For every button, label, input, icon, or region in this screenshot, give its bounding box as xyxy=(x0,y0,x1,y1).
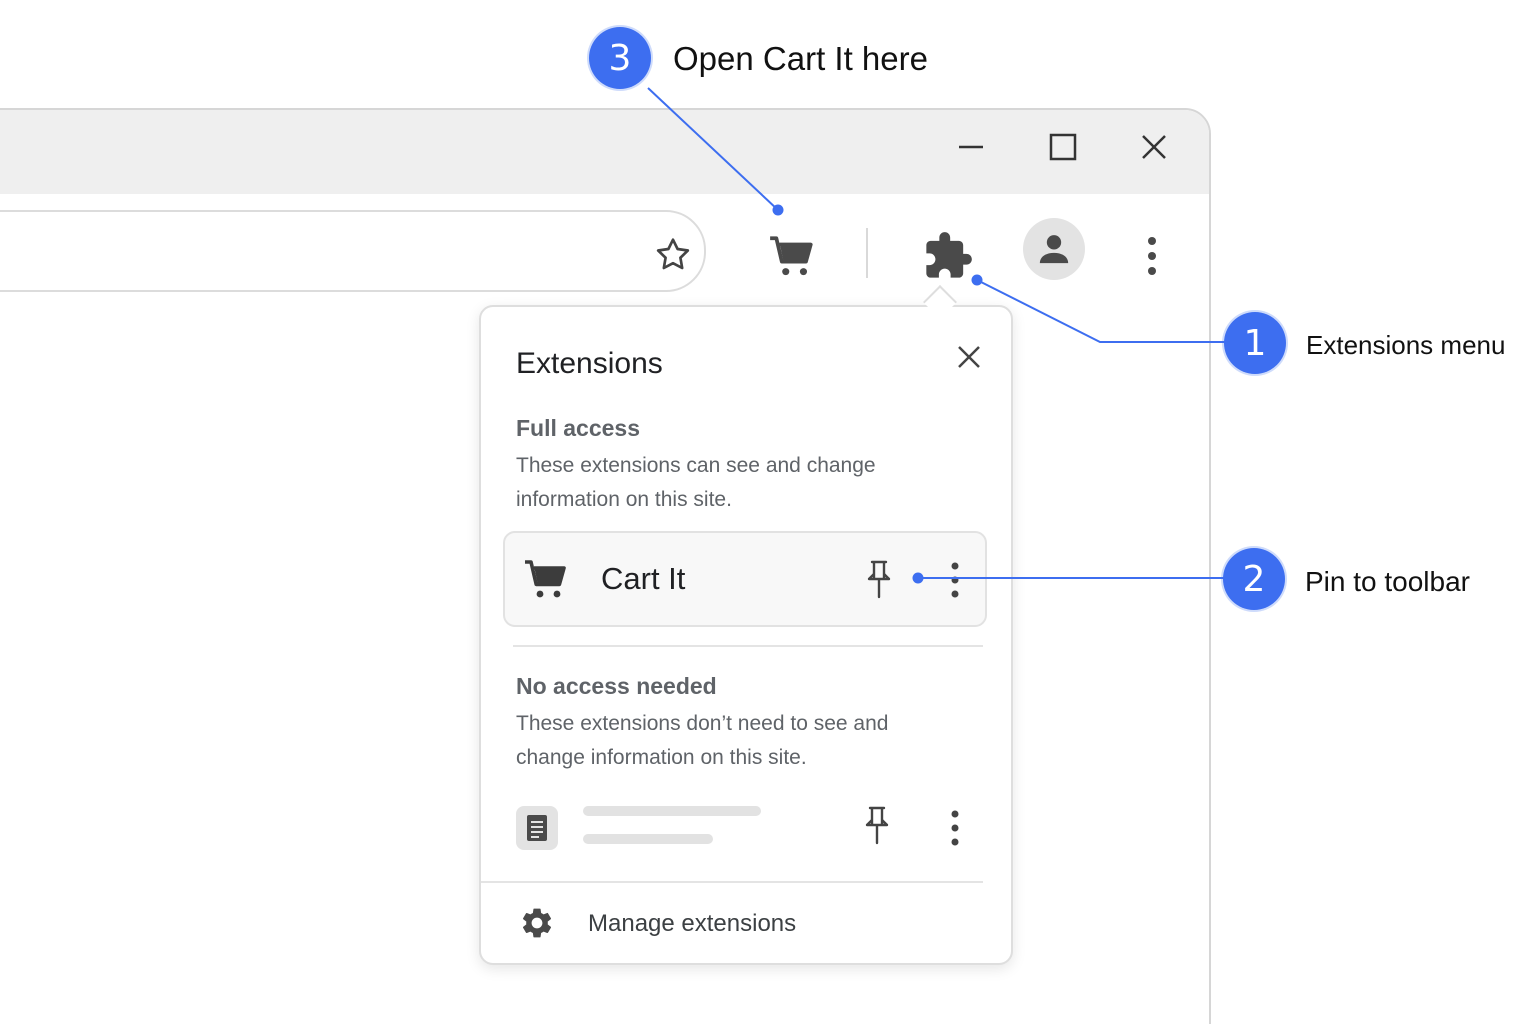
cart-it-toolbar-button[interactable] xyxy=(764,228,820,284)
extension-name: Cart It xyxy=(601,561,686,596)
extension-row-cart-it[interactable]: Cart It xyxy=(503,531,987,627)
maximize-icon xyxy=(1049,133,1077,161)
close-icon xyxy=(1142,135,1166,159)
callout-label-2: Pin to toolbar xyxy=(1305,566,1470,597)
extension-more-button[interactable] xyxy=(943,807,967,849)
cart-icon xyxy=(525,560,566,598)
cart-icon xyxy=(770,236,813,276)
extensions-button[interactable] xyxy=(918,226,978,286)
document-icon xyxy=(527,815,547,841)
title-bar xyxy=(0,110,1209,194)
minimize-button[interactable] xyxy=(944,128,998,166)
person-icon xyxy=(1039,235,1069,264)
toolbar-separator xyxy=(866,228,868,278)
extension-name-placeholder xyxy=(583,806,761,816)
pin-button[interactable] xyxy=(861,557,897,603)
window-close-button[interactable] xyxy=(1127,128,1181,166)
callout-label-3: Open Cart It here xyxy=(673,40,928,77)
popup-title: Extensions xyxy=(516,347,663,380)
pin-button[interactable] xyxy=(859,803,895,849)
popup-close-button[interactable] xyxy=(951,339,987,375)
close-icon xyxy=(958,346,980,368)
more-vert-icon xyxy=(951,562,959,598)
callout-badge-3: 3 xyxy=(589,27,651,89)
section-divider xyxy=(513,645,983,647)
tutorial-screenshot: Extensions Full access These extensions … xyxy=(0,0,1536,1024)
pin-icon xyxy=(867,560,891,599)
extension-icon xyxy=(516,806,558,850)
browser-menu-button[interactable] xyxy=(1132,228,1172,284)
maximize-button[interactable] xyxy=(1036,128,1090,166)
profile-button[interactable] xyxy=(1023,218,1085,280)
callout-badge-1: 1 xyxy=(1224,312,1286,374)
star-icon xyxy=(656,238,690,270)
full-access-description: These extensions can see and change info… xyxy=(516,454,876,511)
callout-label-1: Extensions menu xyxy=(1306,330,1506,360)
no-access-heading: No access needed xyxy=(516,673,717,699)
manage-extensions-label: Manage extensions xyxy=(588,910,797,937)
puzzle-icon xyxy=(926,232,972,278)
bookmark-button[interactable] xyxy=(650,232,696,278)
more-vert-icon xyxy=(1148,237,1156,275)
pin-icon xyxy=(865,806,889,845)
manage-extensions-button[interactable]: Manage extensions xyxy=(481,883,1007,961)
address-bar[interactable] xyxy=(0,210,706,292)
extension-more-button[interactable] xyxy=(943,559,967,601)
more-vert-icon xyxy=(951,810,959,846)
browser-toolbar xyxy=(0,194,1209,304)
extension-detail-placeholder xyxy=(583,834,713,844)
minimize-icon xyxy=(959,145,983,149)
callout-badge-2: 2 xyxy=(1223,548,1285,610)
gear-icon xyxy=(522,908,552,938)
no-access-description: These extensions don’t need to see and c… xyxy=(516,712,889,769)
full-access-heading: Full access xyxy=(516,415,641,441)
extensions-popup: Extensions Full access These extensions … xyxy=(479,305,1013,965)
